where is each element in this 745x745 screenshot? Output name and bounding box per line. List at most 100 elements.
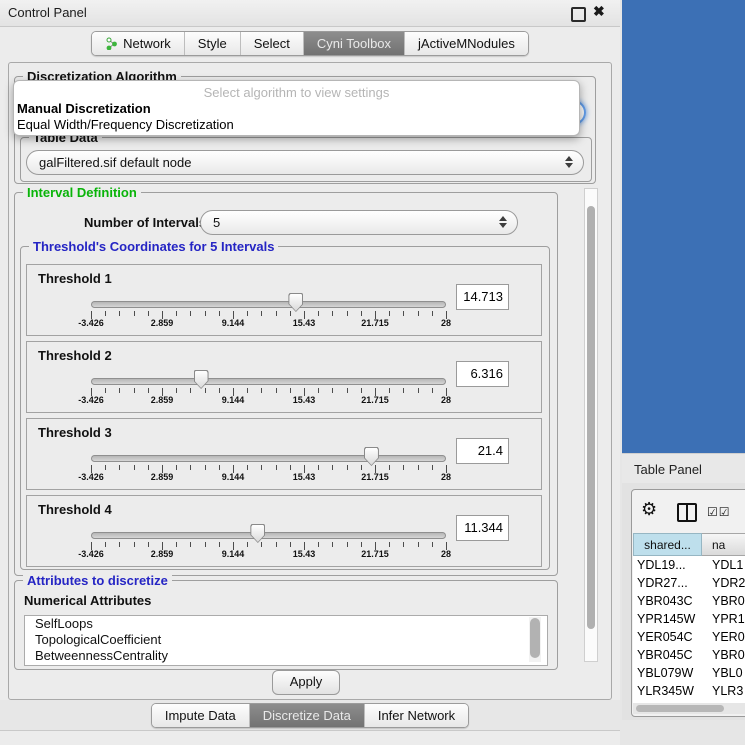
tab-discretize-data[interactable]: Discretize Data	[249, 704, 364, 727]
slider-thumb[interactable]	[288, 293, 303, 312]
column-header-name[interactable]: na	[702, 533, 745, 556]
scrollbar-thumb[interactable]	[530, 618, 540, 658]
minor-tick	[318, 465, 319, 470]
cell-name[interactable]: YDL1	[702, 556, 743, 574]
numerical-attributes-label: Numerical Attributes	[24, 593, 151, 608]
cell-name[interactable]: YLR3	[702, 682, 743, 700]
tab-select[interactable]: Select	[240, 32, 303, 55]
scrollbar-thumb[interactable]	[587, 206, 595, 629]
table-row[interactable]: YLR345WYLR3	[633, 682, 745, 700]
tab-infer-network[interactable]: Infer Network	[364, 704, 468, 727]
cell-shared-name[interactable]: YBR045C	[633, 646, 702, 664]
cell-name[interactable]: YDR2	[702, 574, 745, 592]
threshold-value-input[interactable]: 6.316	[456, 361, 509, 387]
table-row[interactable]: YBR043CYBR0	[633, 592, 745, 610]
cell-shared-name[interactable]: YLR345W	[633, 682, 702, 700]
dropdown-option-manual-discretization[interactable]: Manual Discretization	[17, 101, 151, 116]
numerical-attributes-list[interactable]: SelfLoopsTopologicalCoefficientBetweenne…	[24, 615, 548, 666]
minor-tick	[134, 542, 135, 547]
slider-thumb[interactable]	[250, 524, 265, 543]
slider-track[interactable]	[91, 532, 446, 539]
cell-shared-name[interactable]: YDR27...	[633, 574, 702, 592]
tab-cyni-toolbox[interactable]: Cyni Toolbox	[303, 32, 404, 55]
tab-network[interactable]: Network	[92, 32, 184, 55]
minor-tick	[261, 465, 262, 470]
cell-shared-name[interactable]: YBL079W	[633, 664, 702, 682]
cell-shared-name[interactable]: YPR145W	[633, 610, 702, 628]
gear-icon[interactable]: ⚙	[641, 499, 657, 520]
minor-tick	[205, 465, 206, 470]
minor-tick	[176, 465, 177, 470]
column-layout-icon[interactable]	[677, 503, 697, 522]
tab-label: Infer Network	[378, 708, 455, 723]
panel-title: Control Panel	[8, 5, 87, 20]
minor-tick	[148, 311, 149, 316]
table-row[interactable]: YDR27...YDR2	[633, 574, 745, 592]
dropdown-option-equal-width-frequency[interactable]: Equal Width/Frequency Discretization	[17, 117, 234, 132]
apply-button[interactable]: Apply	[272, 670, 340, 695]
threshold-value-input[interactable]: 21.4	[456, 438, 509, 464]
tab-impute-data[interactable]: Impute Data	[152, 704, 249, 727]
cell-name[interactable]: YPR1	[702, 610, 745, 628]
slider-thumb[interactable]	[364, 447, 379, 466]
threshold-value-input[interactable]: 14.713	[456, 284, 509, 310]
minor-tick	[347, 388, 348, 393]
cell-shared-name[interactable]: YBR043C	[633, 592, 702, 610]
minor-tick	[105, 311, 106, 316]
cell-name[interactable]: YER0	[702, 628, 745, 646]
column-header-shared-name[interactable]: shared...	[633, 533, 702, 556]
tick-label: 9.144	[222, 318, 245, 328]
minor-tick	[432, 542, 433, 547]
attribute-list-item[interactable]: BetweennessCentrality	[25, 648, 547, 664]
minor-tick	[276, 542, 277, 547]
number-of-intervals-combobox[interactable]: 5	[200, 210, 518, 235]
slider-track[interactable]	[91, 301, 446, 308]
table-row[interactable]: YER054CYER0	[633, 628, 745, 646]
tick-label: 28	[441, 395, 451, 405]
tick-label: 21.715	[361, 472, 389, 482]
slider-track[interactable]	[91, 455, 446, 462]
network-icon	[105, 37, 118, 50]
minor-tick	[318, 388, 319, 393]
table-panel-title: Table Panel	[634, 462, 702, 477]
minor-tick	[290, 465, 291, 470]
attribute-list-item[interactable]: SelfLoops	[25, 616, 547, 632]
attribute-list-item[interactable]: TopologicalCoefficient	[25, 632, 547, 648]
attributes-list-scrollbar[interactable]	[529, 617, 541, 662]
slider-track[interactable]	[91, 378, 446, 385]
minor-tick	[247, 542, 248, 547]
close-icon[interactable]: ✖	[593, 3, 605, 20]
minor-tick	[148, 542, 149, 547]
minor-tick	[176, 388, 177, 393]
minor-tick	[205, 388, 206, 393]
tab-jactivemnodules[interactable]: jActiveMNodules	[404, 32, 528, 55]
select-columns-icon[interactable]: ☑☑	[707, 505, 731, 519]
tick-label: 28	[441, 318, 451, 328]
cell-shared-name[interactable]: YER054C	[633, 628, 702, 646]
cell-name[interactable]: YBR0	[702, 646, 745, 664]
cell-name[interactable]: YBR0	[702, 592, 745, 610]
table-horizontal-scrollbar[interactable]	[633, 703, 745, 714]
table-data-combobox[interactable]: galFiltered.sif default node	[26, 150, 584, 175]
minor-tick	[347, 542, 348, 547]
minor-tick	[389, 542, 390, 547]
threshold-panel-1: Threshold 1-3.4262.8599.14415.4321.71528…	[26, 264, 542, 336]
tick-label: 21.715	[361, 318, 389, 328]
table-row[interactable]: YBL079WYBL0	[633, 664, 745, 682]
float-window-icon[interactable]	[571, 7, 586, 22]
table-data-value: galFiltered.sif default node	[39, 155, 191, 170]
threshold-value-input[interactable]: 11.344	[456, 515, 509, 541]
table-row[interactable]: YBR045CYBR0	[633, 646, 745, 664]
tick-label: 9.144	[222, 549, 245, 559]
minor-tick	[403, 388, 404, 393]
table-row[interactable]: YDL19...YDL1	[633, 556, 745, 574]
scrollbar-thumb[interactable]	[636, 705, 724, 712]
tab-style[interactable]: Style	[184, 32, 240, 55]
settings-vertical-scrollbar[interactable]	[584, 188, 598, 662]
node-table[interactable]: YDL19...YDL1YDR27...YDR2YBR043CYBR0YPR14…	[633, 556, 745, 703]
minor-tick	[389, 388, 390, 393]
slider-thumb[interactable]	[194, 370, 209, 389]
cell-shared-name[interactable]: YDL19...	[633, 556, 702, 574]
table-row[interactable]: YPR145WYPR1	[633, 610, 745, 628]
cell-name[interactable]: YBL0	[702, 664, 743, 682]
